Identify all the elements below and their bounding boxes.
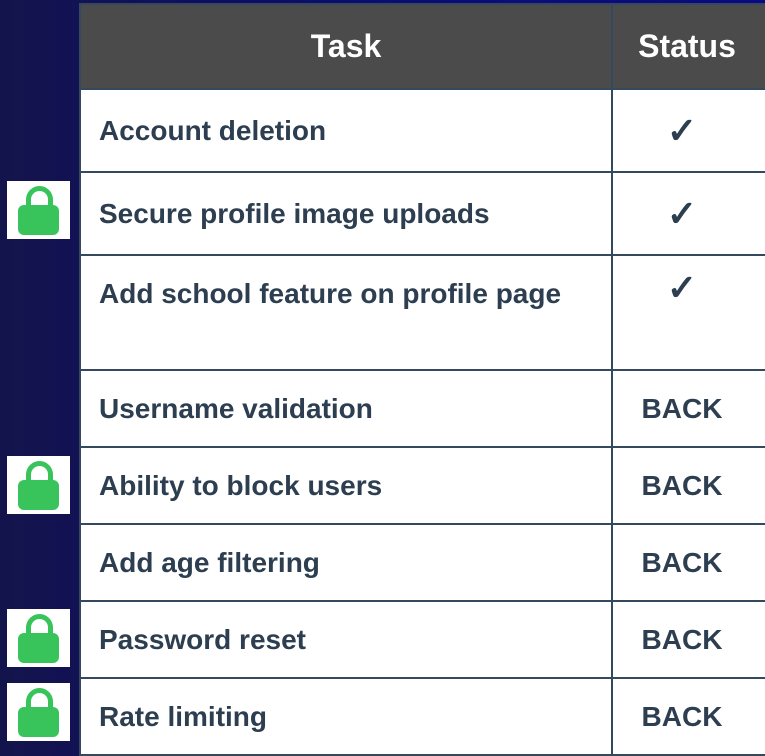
status-column-header: Status	[611, 3, 765, 90]
lock-icon	[7, 456, 70, 514]
table-row: Username validation BACK	[79, 369, 765, 448]
status-check: ✓	[611, 171, 765, 256]
lock-icon	[7, 683, 70, 741]
table-row: Ability to block users BACK	[79, 446, 765, 525]
status-check: ✓	[611, 254, 765, 371]
task-cell: Ability to block users	[79, 446, 613, 525]
lock-icon	[7, 609, 70, 667]
table-row: Rate limiting BACK	[79, 677, 765, 756]
status-back: BACK	[611, 677, 765, 756]
table-row: Secure profile image uploads ✓	[79, 171, 765, 256]
status-back: BACK	[611, 600, 765, 679]
table-header-row: Task Status	[79, 3, 765, 90]
table-row: Add age filtering BACK	[79, 523, 765, 602]
table-row: Add school feature on profile page ✓	[79, 254, 765, 371]
task-status-table: Task Status Account deletion ✓ Secure pr…	[79, 3, 765, 756]
status-check: ✓	[611, 88, 765, 173]
task-cell: Rate limiting	[79, 677, 613, 756]
table-row: Password reset BACK	[79, 600, 765, 679]
task-cell: Account deletion	[79, 88, 613, 173]
task-cell: Secure profile image uploads	[79, 171, 613, 256]
task-cell: Password reset	[79, 600, 613, 679]
table-row: Account deletion ✓	[79, 88, 765, 173]
status-back: BACK	[611, 446, 765, 525]
status-back: BACK	[611, 369, 765, 448]
task-column-header: Task	[79, 3, 613, 90]
status-back: BACK	[611, 523, 765, 602]
task-cell: Username validation	[79, 369, 613, 448]
lock-icon	[7, 181, 70, 239]
task-cell: Add school feature on profile page	[79, 254, 613, 371]
task-cell: Add age filtering	[79, 523, 613, 602]
